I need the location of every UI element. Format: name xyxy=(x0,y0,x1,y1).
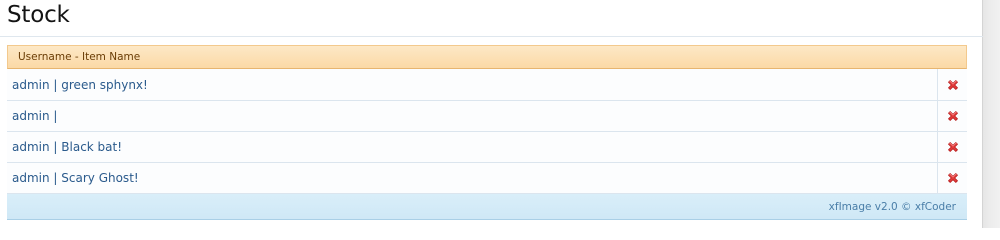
delete-button[interactable] xyxy=(937,132,967,162)
stock-item-link[interactable]: admin | green sphynx! xyxy=(12,69,148,101)
delete-x-icon xyxy=(947,142,958,152)
delete-x-icon xyxy=(947,173,958,183)
stock-item-link[interactable]: admin | xyxy=(12,101,57,132)
delete-button[interactable] xyxy=(937,101,967,131)
table-row: admin | xyxy=(7,101,967,132)
table-row: admin | Black bat! xyxy=(7,132,967,163)
copyright-text: xfImage v2.0 © xfCoder xyxy=(828,201,956,213)
table-row: admin | green sphynx! xyxy=(7,69,967,101)
stock-item-link[interactable]: admin | Black bat! xyxy=(12,132,122,163)
page: Stock Username - Item Name admin | green… xyxy=(0,0,1000,228)
stock-item-link[interactable]: admin | Scary Ghost! xyxy=(12,163,139,194)
title-bar: Stock xyxy=(0,0,983,37)
window-edge xyxy=(982,0,1000,228)
stock-table: Username - Item Name admin | green sphyn… xyxy=(7,45,967,220)
stock-list: admin | green sphynx! admin | admin | Bl… xyxy=(7,69,967,194)
delete-button[interactable] xyxy=(937,163,967,193)
table-footer: xfImage v2.0 © xfCoder xyxy=(7,194,967,220)
table-row: admin | Scary Ghost! xyxy=(7,163,967,194)
delete-button[interactable] xyxy=(937,69,967,100)
delete-x-icon xyxy=(947,79,958,90)
page-title: Stock xyxy=(7,2,70,28)
delete-x-icon xyxy=(947,111,958,121)
table-header: Username - Item Name xyxy=(7,45,967,69)
